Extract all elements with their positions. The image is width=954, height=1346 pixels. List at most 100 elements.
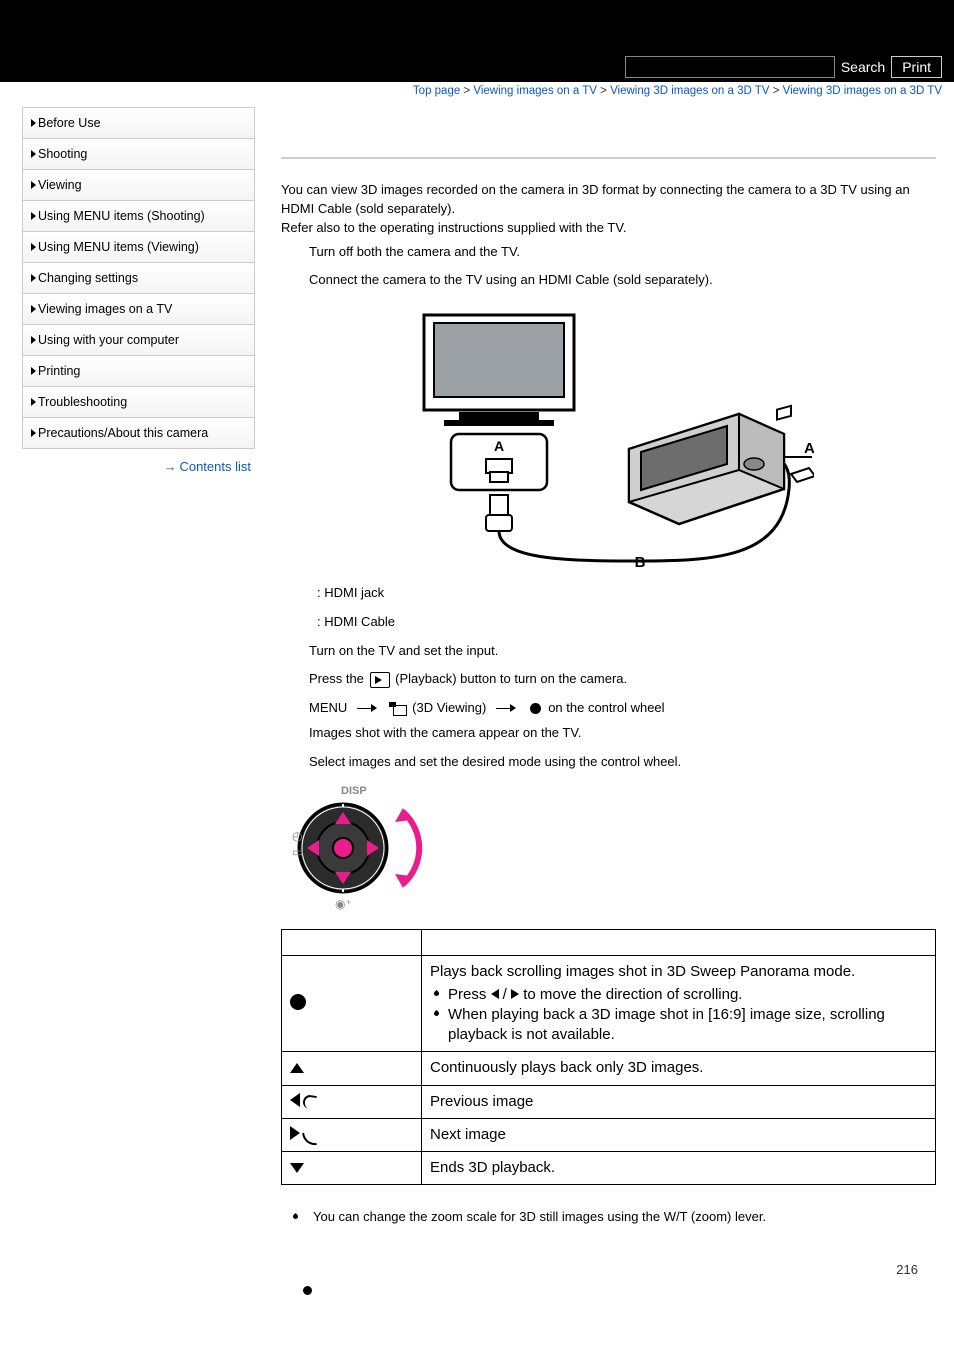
nav-printing[interactable]: Printing [23, 356, 254, 387]
step-6: Select images and set the desired mode u… [281, 748, 936, 777]
svg-text:DISP: DISP [341, 785, 367, 797]
nav-label: Shooting [38, 147, 87, 161]
chevron-right-icon [31, 212, 36, 220]
nav-computer[interactable]: Using with your computer [23, 325, 254, 356]
print-button[interactable]: Print [891, 56, 942, 78]
down-arrow-icon [290, 1163, 304, 1173]
nav-label: Precautions/About this camera [38, 426, 208, 440]
nav-menu-viewing[interactable]: Using MENU items (Viewing) [23, 232, 254, 263]
intro-text: You can view 3D images recorded on the c… [281, 181, 936, 238]
bullet-marker [303, 1283, 936, 1298]
contents-list-link[interactable]: Contents list [179, 459, 251, 474]
step-4: Press the (Playback) button to turn on t… [281, 665, 936, 694]
chevron-right-icon [31, 398, 36, 406]
search-area: Search Print [625, 56, 942, 82]
step-5-3d: (3D Viewing) [412, 700, 490, 715]
breadcrumb-item[interactable]: Viewing 3D images on a 3D TV [783, 85, 942, 97]
step-3: Turn on the TV and set the input. [281, 637, 936, 666]
sidebar: Before Use Shooting Viewing Using MENU i… [0, 97, 255, 474]
nav-trouble[interactable]: Troubleshooting [23, 387, 254, 418]
connection-illustration: A B A [404, 309, 814, 569]
nav-viewing[interactable]: Viewing [23, 170, 254, 201]
left-arrow-icon [290, 1093, 300, 1107]
nav-menu-shooting[interactable]: Using MENU items (Shooting) [23, 201, 254, 232]
nav-menu: Before Use Shooting Viewing Using MENU i… [22, 107, 255, 449]
center-button-icon [290, 994, 306, 1010]
nav-label: Troubleshooting [38, 395, 127, 409]
breadcrumb-item[interactable]: Viewing 3D images on a 3D TV [610, 85, 769, 97]
chevron-right-icon [31, 336, 36, 344]
nav-label: Viewing [38, 178, 82, 192]
nav-label: Using MENU items (Shooting) [38, 209, 205, 223]
table-row: Previous image [282, 1085, 936, 1118]
function-table: Plays back scrolling images shot in 3D S… [281, 929, 936, 1185]
row-main: Previous image [422, 1085, 936, 1118]
row-sub: When playing back a 3D image shot in [16… [430, 1005, 927, 1046]
svg-text:A: A [804, 440, 814, 457]
rotate-cw-icon [302, 1131, 317, 1147]
chevron-right-icon [31, 367, 36, 375]
step-2: Connect the camera to the TV using an HD… [281, 266, 936, 295]
svg-text:◉⁺: ◉⁺ [335, 897, 352, 911]
arrow-right-icon [357, 705, 377, 713]
chevron-right-icon [31, 150, 36, 158]
svg-text:▭: ▭ [292, 845, 303, 859]
step-4-prefix: Press the [309, 671, 368, 686]
svg-text:A: A [493, 438, 503, 454]
step-5: MENU (3D Viewing) on the control wheel [281, 694, 936, 723]
step-5-end: on the control wheel [548, 700, 664, 715]
arrow-right-icon: → [163, 459, 175, 474]
step-4-suffix: (Playback) button to turn on the camera. [395, 671, 627, 686]
left-arrow-icon [491, 989, 499, 999]
table-row: Ends 3D playback. [282, 1152, 936, 1185]
breadcrumb-item[interactable]: Viewing images on a TV [473, 85, 597, 97]
table-row: Plays back scrolling images shot in 3D S… [282, 956, 936, 1052]
chevron-right-icon [31, 305, 36, 313]
control-wheel-illustration: DISP ◴ ▭ ◉⁺ [285, 782, 435, 912]
nav-tv[interactable]: Viewing images on a TV [23, 294, 254, 325]
table-header-row [282, 930, 936, 956]
row-main: Ends 3D playback. [422, 1152, 936, 1185]
footnote: You can change the zoom scale for 3D sti… [281, 1209, 936, 1224]
right-arrow-icon [511, 989, 519, 999]
chevron-right-icon [31, 429, 36, 437]
table-row: Continuously plays back only 3D images. [282, 1052, 936, 1085]
row-main: Plays back scrolling images shot in 3D S… [430, 962, 927, 982]
nav-before-use[interactable]: Before Use [23, 108, 254, 139]
nav-label: Printing [38, 364, 80, 378]
up-arrow-icon [290, 1063, 304, 1073]
main-content: You can view 3D images recorded on the c… [255, 97, 954, 1346]
search-label: Search [841, 59, 885, 75]
table-row: Next image [282, 1118, 936, 1151]
search-input[interactable] [625, 56, 835, 78]
intro-line-1: You can view 3D images recorded on the c… [281, 181, 936, 219]
step-5-note: Images shot with the camera appear on th… [281, 723, 936, 748]
nav-label: Viewing images on a TV [38, 302, 172, 316]
nav-settings[interactable]: Changing settings [23, 263, 254, 294]
page-number: 216 [281, 1224, 936, 1277]
header-bar: Search Print [0, 0, 954, 82]
nav-precautions[interactable]: Precautions/About this camera [23, 418, 254, 448]
arrow-right-icon [496, 705, 516, 713]
contents-list-row: → Contents list [22, 449, 255, 474]
step-1: Turn off both the camera and the TV. [281, 238, 936, 267]
rotate-ccw-icon [302, 1094, 317, 1110]
chevron-right-icon [31, 274, 36, 282]
svg-text:◴: ◴ [292, 829, 302, 843]
chevron-right-icon [31, 119, 36, 127]
playback-icon [370, 672, 390, 688]
row-main: Next image [422, 1118, 936, 1151]
step-5-menu: MENU [309, 700, 351, 715]
legend-b: : HDMI Cable [281, 608, 936, 637]
chevron-right-icon [31, 243, 36, 251]
divider [281, 157, 936, 159]
nav-label: Changing settings [38, 271, 138, 285]
breadcrumb-item[interactable]: Top page [413, 85, 460, 97]
nav-shooting[interactable]: Shooting [23, 139, 254, 170]
chevron-right-icon [31, 181, 36, 189]
right-arrow-icon [290, 1126, 300, 1140]
nav-label: Using MENU items (Viewing) [38, 240, 199, 254]
svg-text:B: B [634, 554, 645, 569]
row-main: Continuously plays back only 3D images. [422, 1052, 936, 1085]
center-button-icon [530, 703, 541, 714]
